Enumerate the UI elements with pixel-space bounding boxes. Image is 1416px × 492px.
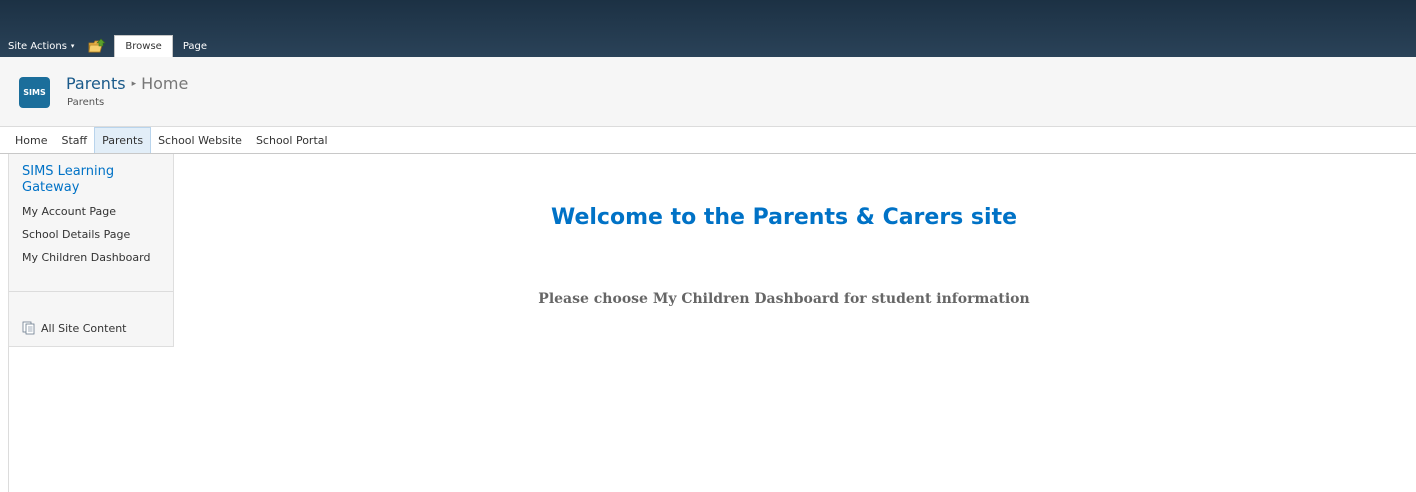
sidebar-item-my-children-dashboard[interactable]: My Children Dashboard: [22, 251, 150, 264]
page-left-border: [8, 347, 9, 492]
topnav-item-home[interactable]: Home: [8, 127, 54, 153]
topnav-item-label: Parents: [102, 134, 144, 147]
site-subtitle: Parents: [67, 97, 105, 108]
all-site-content-link[interactable]: All Site Content: [22, 321, 127, 335]
topnav-item-label: Home: [15, 133, 48, 147]
quick-launch: SIMS Learning Gateway My Account Page Sc…: [8, 154, 174, 347]
sidebar-item-school-details[interactable]: School Details Page: [22, 228, 130, 241]
ribbon-bar: Site Actions ▾ Browse Page: [0, 0, 1416, 57]
topnav-item-label: Staff: [61, 133, 88, 147]
all-site-content-label: All Site Content: [41, 321, 127, 335]
topnav-item-school-portal[interactable]: School Portal: [249, 127, 335, 153]
topnav-item-label: School Website: [158, 133, 242, 147]
chevron-down-icon: ▾: [70, 42, 75, 50]
tab-page[interactable]: Page: [173, 35, 217, 57]
navigate-up-folder-icon[interactable]: [88, 38, 107, 54]
ribbon-tab-row: Site Actions ▾ Browse Page: [8, 35, 217, 57]
topnav-item-parents[interactable]: Parents: [94, 127, 152, 153]
top-navigation: Home Staff Parents School Website School…: [0, 127, 1416, 154]
breadcrumb-separator-icon: ▸: [131, 78, 137, 89]
sidebar-item-my-account[interactable]: My Account Page: [22, 205, 116, 218]
site-logo[interactable]: SIMS: [19, 77, 50, 108]
tab-page-label: Page: [182, 40, 208, 52]
page-title: Welcome to the Parents & Carers site: [550, 205, 1018, 230]
quick-launch-divider: [9, 291, 173, 292]
title-area: SIMS Parents ▸ Home Parents: [0, 57, 1416, 127]
instruction-text: Please choose My Children Dashboard for …: [538, 291, 1030, 307]
site-actions-label: Site Actions: [8, 40, 67, 52]
site-actions-menu[interactable]: Site Actions ▾: [8, 35, 82, 57]
tab-browse[interactable]: Browse: [114, 35, 173, 57]
site-logo-text: SIMS: [23, 88, 46, 97]
quick-launch-heading[interactable]: SIMS Learning Gateway: [22, 164, 172, 196]
topnav-item-school-website[interactable]: School Website: [151, 127, 249, 153]
breadcrumb: Parents ▸ Home: [66, 74, 188, 93]
topnav-item-staff[interactable]: Staff: [54, 127, 94, 153]
breadcrumb-site-link[interactable]: Parents: [66, 74, 126, 93]
tab-browse-label: Browse: [125, 41, 162, 52]
documents-icon: [22, 321, 36, 335]
topnav-item-label: School Portal: [255, 133, 328, 147]
breadcrumb-current-page: Home: [141, 74, 189, 93]
